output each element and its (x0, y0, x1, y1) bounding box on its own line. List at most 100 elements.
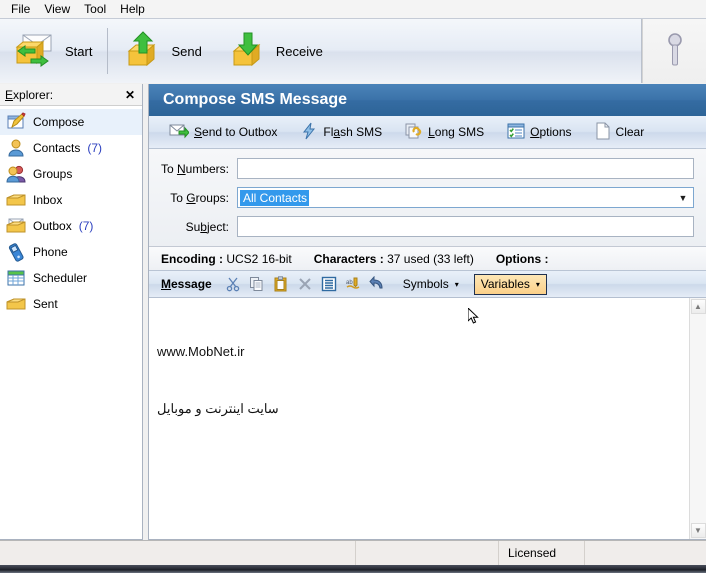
sidebar-item-label: Contacts (33, 141, 81, 155)
select-all-lines-icon[interactable] (318, 273, 340, 295)
undo-arrow-icon[interactable] (366, 273, 388, 295)
clear-button[interactable]: Clear (585, 119, 655, 145)
menu-bar: File View Tool Help (0, 0, 706, 18)
toolbar-start-button[interactable]: Start (0, 23, 105, 79)
menu-item-help[interactable]: Help (113, 1, 152, 17)
send-outbox-up-arrow-icon (123, 29, 165, 74)
sidebar-item-label: Inbox (33, 193, 63, 207)
delete-x-icon[interactable] (294, 273, 316, 295)
clear-label: Clear (615, 125, 645, 139)
groups-people-icon (6, 164, 26, 184)
sidebar-item-groups[interactable]: Groups (0, 161, 142, 187)
subject-input[interactable] (237, 216, 694, 237)
cut-scissors-icon[interactable] (222, 273, 244, 295)
sidebar-item-label: Sent (33, 297, 58, 311)
key-disabled-icon[interactable] (664, 30, 686, 73)
sidebar-item-label: Scheduler (33, 271, 88, 285)
symbols-dropdown-button[interactable]: Symbols ▾ (396, 274, 466, 295)
chevron-down-icon: ▾ (535, 279, 540, 289)
options-label: Options (530, 125, 572, 139)
window-body: Explorer: ✕ Compose Contacts (7) Groups … (0, 84, 706, 540)
chevron-down-icon[interactable]: ▼ (675, 193, 691, 203)
svg-text:ab: ab (346, 280, 353, 286)
message-editor-area: www.MobNet.ir سایت اینترنت و موبایل ▲ ▼ (149, 298, 706, 539)
compose-command-bar: Send to Outbox Flash SMS Long SMS Option… (149, 116, 706, 149)
explorer-title: Explorer: (5, 87, 54, 102)
sidebar-item-label: Groups (33, 167, 73, 181)
main-toolbar: Start Send Receive (0, 18, 706, 83)
to-numbers-input[interactable] (237, 158, 694, 179)
characters-label: Characters : (313, 251, 384, 266)
scroll-down-icon[interactable]: ▼ (690, 523, 706, 538)
compose-form: To Numbers: To Groups: All Contacts ▼ Su… (149, 149, 706, 247)
sent-folder-icon (6, 294, 26, 314)
long-sms-chain-icon (405, 122, 423, 143)
sidebar-item-phone[interactable]: Phone (0, 239, 142, 265)
compose-pencil-icon (6, 112, 26, 132)
flash-sms-label: Flash SMS (323, 125, 383, 139)
contact-person-icon (6, 138, 26, 158)
editor-vertical-scrollbar[interactable]: ▲ ▼ (689, 298, 706, 539)
symbols-label: Symbols (402, 277, 449, 291)
explorer-header: Explorer: ✕ (0, 84, 142, 106)
to-numbers-label: To Numbers: (160, 161, 229, 176)
toolbar-start-label: Start (65, 43, 93, 59)
close-icon[interactable]: ✕ (125, 88, 135, 102)
subject-row: Subject: (153, 216, 694, 237)
spellcheck-abc-icon[interactable]: ab (342, 273, 364, 295)
scheduler-calendar-icon (6, 268, 26, 288)
menu-item-tool[interactable]: Tool (77, 1, 113, 17)
toolbar-send-label: Send (171, 43, 202, 59)
send-to-outbox-label: Send to Outbox (194, 125, 278, 139)
encoding-group: Encoding : UCS2 16-bit (161, 252, 292, 266)
to-groups-label: To Groups: (170, 190, 229, 205)
status-cell-4 (585, 541, 706, 565)
inbox-folder-icon (6, 190, 26, 210)
outbox-envelope-icon (6, 216, 26, 236)
start-envelope-arrows-icon (13, 29, 59, 74)
copy-pages-icon[interactable] (246, 273, 268, 295)
sidebar-item-sent[interactable]: Sent (0, 291, 142, 317)
menu-item-view[interactable]: View (37, 1, 77, 17)
phone-mobile-icon (6, 242, 26, 262)
menu-item-file[interactable]: File (4, 1, 37, 17)
to-groups-selected-value: All Contacts (240, 189, 310, 206)
sidebar-item-outbox[interactable]: Outbox (7) (0, 213, 142, 239)
message-label: Message (161, 277, 212, 291)
options-checklist-icon (507, 122, 525, 143)
toolbar-right-panel (642, 19, 706, 83)
sidebar-item-inbox[interactable]: Inbox (0, 187, 142, 213)
sidebar-item-count: (7) (87, 141, 103, 155)
options-group: Options : (496, 252, 549, 266)
toolbar-receive-button[interactable]: Receive (215, 23, 336, 79)
sidebar-item-label: Outbox (33, 219, 72, 233)
paste-clipboard-icon[interactable] (270, 273, 292, 295)
characters-value: 37 used (33 left) (387, 251, 474, 266)
message-toolbar: Message ab Symbols ▾ Variables ▾ (149, 271, 706, 298)
to-numbers-row: To Numbers: (153, 158, 694, 179)
scroll-up-icon[interactable]: ▲ (690, 299, 706, 314)
toolbar-send-button[interactable]: Send (110, 23, 214, 79)
chevron-down-icon: ▾ (454, 279, 459, 289)
options-status-label: Options : (495, 251, 549, 266)
status-bar: Licensed (0, 540, 706, 565)
sidebar-item-contacts[interactable]: Contacts (7) (0, 135, 142, 161)
variables-dropdown-button[interactable]: Variables ▾ (473, 273, 547, 295)
desktop-taskbar-edge (0, 565, 706, 573)
sidebar-item-label: Phone (33, 245, 68, 259)
message-line-1: www.MobNet.ir (157, 344, 245, 359)
encoding-value: UCS2 16-bit (226, 251, 292, 266)
sidebar-item-compose[interactable]: Compose (0, 109, 142, 135)
to-groups-row: To Groups: All Contacts ▼ (153, 187, 694, 208)
options-button[interactable]: Options (497, 119, 581, 145)
to-groups-combobox[interactable]: All Contacts ▼ (237, 187, 694, 208)
send-to-outbox-button[interactable]: Send to Outbox (159, 119, 287, 145)
send-envelope-icon (169, 122, 190, 143)
main-panel: Compose SMS Message Send to Outbox Flash… (148, 84, 706, 540)
receive-inbox-down-arrow-icon (228, 29, 270, 74)
message-editor[interactable]: www.MobNet.ir سایت اینترنت و موبایل (149, 298, 689, 539)
long-sms-button[interactable]: Long SMS (395, 119, 494, 145)
flash-sms-button[interactable]: Flash SMS (290, 119, 392, 145)
variables-label: Variables (480, 277, 530, 291)
sidebar-item-scheduler[interactable]: Scheduler (0, 265, 142, 291)
